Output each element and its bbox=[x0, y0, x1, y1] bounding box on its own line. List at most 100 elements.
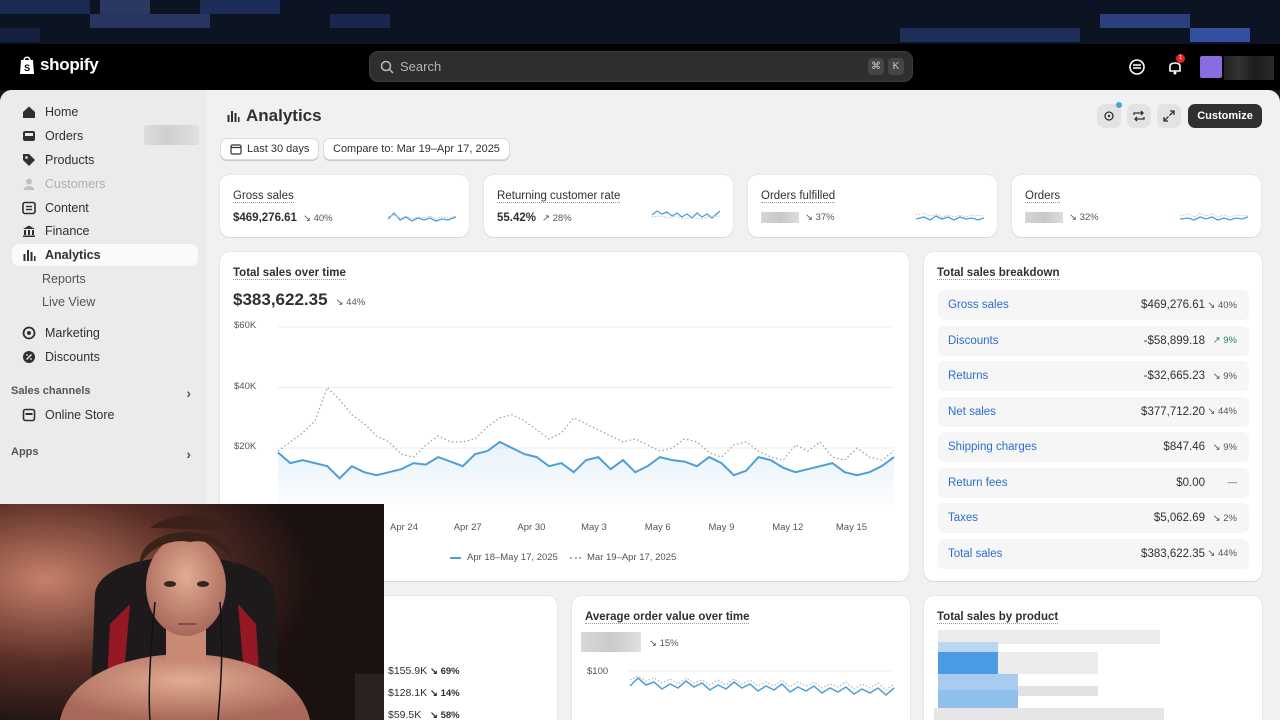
breakdown-value: $469,276.61 bbox=[1141, 299, 1205, 311]
sparkline bbox=[652, 210, 720, 220]
breakdown-label[interactable]: Shipping charges bbox=[948, 441, 1037, 453]
sidebar-item-label: Analytics bbox=[45, 248, 101, 262]
sidebar-item-finance[interactable]: Finance bbox=[12, 220, 198, 242]
channel-value: $59.5K bbox=[388, 709, 422, 720]
shopify-logo[interactable]: S shopify bbox=[18, 55, 99, 75]
avatar[interactable] bbox=[1200, 56, 1222, 78]
shortcut-cmd-key: ⌘ bbox=[868, 58, 884, 75]
kpi-value: $469,276.61 bbox=[233, 212, 297, 224]
breakdown-row[interactable]: Total sales $383,622.35 ↘ 44% bbox=[938, 538, 1249, 569]
sidebar-item-customers[interactable]: Customers bbox=[12, 173, 198, 195]
search-input[interactable]: Search ⌘ K bbox=[369, 51, 913, 82]
customize-button[interactable]: Customize bbox=[1188, 104, 1262, 128]
sidebar-item-discounts[interactable]: Discounts bbox=[12, 346, 198, 368]
sidebar-item-online-store[interactable]: Online Store bbox=[12, 404, 198, 426]
breakdown-row[interactable]: Return fees $0.00 — bbox=[938, 467, 1249, 498]
sales-channels-header[interactable]: Sales channels › bbox=[11, 385, 197, 401]
breakdown-label[interactable]: Taxes bbox=[948, 512, 978, 524]
content-icon bbox=[22, 201, 36, 215]
breakdown-delta-value: 2% bbox=[1223, 512, 1237, 524]
breakdown-label[interactable]: Returns bbox=[948, 370, 988, 382]
sidebar-item-home[interactable]: Home bbox=[12, 101, 198, 123]
breakdown-row[interactable]: Discounts -$58,899.18 ↗ 9% bbox=[938, 325, 1249, 356]
sidebar-item-label: Content bbox=[45, 201, 89, 215]
x-tick-label: Apr 30 bbox=[517, 522, 546, 533]
channel-delta-value: 69% bbox=[440, 665, 460, 677]
sidebar-item-marketing[interactable]: Marketing bbox=[12, 322, 198, 344]
card-title: Total sales by product bbox=[937, 611, 1059, 624]
series-line-previous[interactable] bbox=[277, 386, 895, 461]
svg-text:S: S bbox=[24, 63, 30, 73]
breakdown-delta: ↘ 9% bbox=[1212, 441, 1237, 453]
breakdown-label[interactable]: Discounts bbox=[948, 335, 999, 347]
breakdown-label[interactable]: Total sales bbox=[948, 548, 1002, 560]
breakdown-row[interactable]: Taxes $5,062.69 ↘ 2% bbox=[938, 503, 1249, 533]
refresh-button[interactable] bbox=[1127, 104, 1151, 128]
sidebar-item-content[interactable]: Content bbox=[12, 197, 198, 219]
breakdown-row[interactable]: Returns -$32,665.23 ↘ 9% bbox=[938, 361, 1249, 391]
chevron-right-icon: › bbox=[186, 446, 191, 462]
legend-label: Apr 18–May 17, 2025 bbox=[467, 552, 558, 563]
sparkle-icon bbox=[1104, 111, 1114, 121]
sidebar-item-live-view[interactable]: Live View bbox=[12, 291, 198, 313]
apps-header[interactable]: Apps › bbox=[11, 446, 197, 462]
blurred-account-name bbox=[1224, 56, 1274, 80]
chart-legend-current[interactable]: Apr 18–May 17, 2025 bbox=[450, 552, 558, 563]
channel-delta-value: 14% bbox=[440, 687, 460, 699]
breakdown-label[interactable]: Return fees bbox=[948, 477, 1007, 489]
store-switcher-icon[interactable] bbox=[1127, 57, 1147, 77]
blurred-order-count bbox=[144, 125, 199, 145]
channel-delta-value: 58% bbox=[440, 709, 460, 720]
breakdown-delta: ↘ 44% bbox=[1207, 548, 1237, 559]
y-tick-label: $60K bbox=[234, 320, 257, 331]
breakdown-row[interactable]: Net sales $377,712.20 ↘ 44% bbox=[938, 396, 1249, 427]
kpi-card-orders[interactable]: Orders ↘ 32% bbox=[1012, 175, 1261, 237]
sidebar-item-label: Live View bbox=[42, 295, 96, 309]
home-icon bbox=[23, 106, 35, 118]
total-sales-breakdown-card: Total sales breakdown Gross sales $469,27… bbox=[924, 252, 1262, 581]
kpi-card-returning-rate[interactable]: Returning customer rate 55.42% ↗ 28% bbox=[484, 175, 733, 237]
ai-insights-button[interactable] bbox=[1097, 102, 1122, 128]
breakdown-delta: ↗ 9% bbox=[1212, 335, 1237, 346]
storefront-icon bbox=[22, 408, 36, 422]
sales-channels-label: Sales channels bbox=[11, 385, 91, 397]
sidebar-item-reports[interactable]: Reports bbox=[12, 268, 198, 290]
shopify-bag-icon: S bbox=[20, 56, 34, 74]
breakdown-delta-value: 40% bbox=[1217, 299, 1237, 311]
date-range-label: Last 30 days bbox=[247, 143, 310, 155]
breakdown-delta: ↘ 44% bbox=[1207, 406, 1237, 417]
compare-label: Compare to: Mar 19–Apr 17, 2025 bbox=[333, 143, 500, 155]
date-range-picker[interactable]: Last 30 days bbox=[220, 138, 320, 160]
kpi-title: Gross sales bbox=[233, 190, 294, 203]
breakdown-delta-value: 9% bbox=[1223, 335, 1237, 346]
kpi-delta-value: 28% bbox=[552, 212, 572, 224]
blur-block bbox=[938, 690, 1018, 708]
kpi-title: Returning customer rate bbox=[497, 190, 621, 203]
top-bar: S shopify Search ⌘ K bbox=[0, 44, 1280, 90]
fullscreen-button[interactable] bbox=[1157, 104, 1181, 128]
breakdown-label[interactable]: Net sales bbox=[948, 406, 996, 418]
breakdown-label[interactable]: Gross sales bbox=[948, 299, 1009, 311]
kpi-delta-value: 37% bbox=[815, 212, 835, 223]
blur-block bbox=[938, 642, 998, 652]
sidebar-item-analytics[interactable]: Analytics bbox=[12, 244, 198, 266]
kpi-delta: ↘ 37% bbox=[805, 212, 835, 223]
bank-icon bbox=[23, 225, 35, 237]
blurred-kpi-value bbox=[1025, 212, 1063, 223]
sidebar-item-products[interactable]: Products bbox=[12, 149, 198, 171]
person-icon bbox=[23, 178, 35, 190]
breakdown-delta-value: 44% bbox=[1217, 406, 1237, 417]
breakdown-row[interactable]: Shipping charges $847.46 ↘ 9% bbox=[938, 432, 1249, 462]
legend-swatch-solid bbox=[450, 556, 461, 559]
x-tick-label: May 9 bbox=[708, 522, 735, 533]
kpi-card-orders-fulfilled[interactable]: Orders fulfilled ↘ 37% bbox=[748, 175, 997, 237]
compare-picker[interactable]: Compare to: Mar 19–Apr 17, 2025 bbox=[323, 138, 510, 160]
chart-legend-previous[interactable]: Mar 19–Apr 17, 2025 bbox=[570, 552, 676, 563]
breakdown-row[interactable]: Gross sales $469,276.61 ↘ 40% bbox=[938, 290, 1249, 320]
breakdown-delta: — bbox=[1228, 477, 1238, 488]
bar-chart-icon bbox=[23, 250, 36, 261]
kpi-card-gross-sales[interactable]: Gross sales $469,276.61 ↘ 40% bbox=[220, 175, 469, 237]
sparkline bbox=[1180, 212, 1248, 221]
channel-delta: ↘ 58% bbox=[430, 709, 460, 720]
breakdown-delta: ↘ 2% bbox=[1212, 512, 1237, 524]
